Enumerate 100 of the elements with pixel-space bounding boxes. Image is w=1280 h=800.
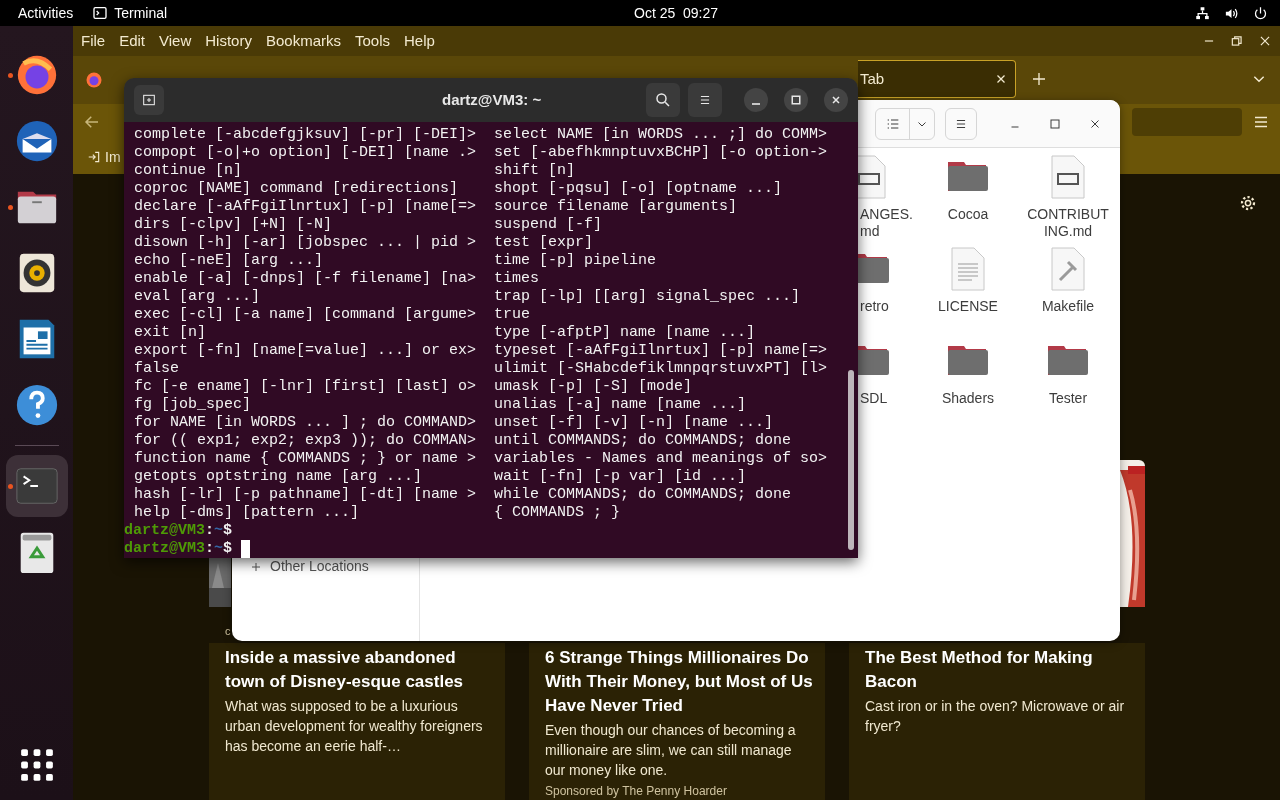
terminal-line: variables - Names and meanings of so> [494, 450, 828, 468]
terminal-line: hash [-lr] [-p pathname] [-dt] [name > [134, 486, 477, 504]
terminal-line: trap [-lp] [[arg] signal_spec ...] [494, 288, 801, 306]
window-title: dartz@VM3: ~ [442, 89, 542, 110]
terminal-line: coproc [NAME] command [redirections] [134, 180, 459, 198]
shell-prompt: dartz@VM3:~$ [124, 522, 233, 540]
shell-prompt: dartz@VM3:~$ [124, 540, 233, 558]
new-tab-icon [141, 92, 157, 108]
menu-item[interactable]: Edit [119, 29, 146, 53]
close-icon[interactable] [995, 73, 1007, 85]
terminal-line: type [-afptP] name [name ...] [494, 324, 756, 342]
terminal-line: suspend [-f] [494, 216, 603, 234]
sponsor-label: Sponsored by The Penny Hoarder [545, 784, 728, 798]
tab-title: Tab [860, 68, 885, 89]
search-button[interactable] [646, 83, 680, 117]
file-name[interactable]: LICENSE [938, 298, 998, 315]
terminal-line: complete [-abcdefgjksuv] [-pr] [-DEI]> [134, 126, 477, 144]
back-icon[interactable] [83, 113, 101, 131]
new-tab-button[interactable] [134, 85, 164, 115]
terminal-line: help [-dms] [pattern ...] [134, 504, 360, 522]
menu-item[interactable]: Tools [355, 29, 390, 53]
bookmark-item[interactable]: Im [87, 146, 121, 168]
new-tab-icon[interactable] [1031, 71, 1047, 87]
article-card[interactable]: The Best Method for Making Bacon Cast iron or in the oven? Microwave or air fryer? [849, 643, 1145, 800]
terminal-line: eval [arg ...] [134, 288, 261, 306]
file-name[interactable]: retro [860, 298, 889, 315]
terminal-line: select NAME [in WORDS ... ;] do COMM> [494, 126, 828, 144]
power-icon[interactable] [1253, 5, 1268, 21]
article-summary: What was supposed to be a luxurious urban development for wealthy foreigners has become an eerie half-… [225, 697, 484, 756]
article-title[interactable]: Inside a massive abandoned town of Disney-esque castles [225, 646, 495, 694]
terminal-line: shift [n] [494, 162, 575, 180]
terminal-line: continue [n] [134, 162, 243, 180]
close-button[interactable] [824, 88, 848, 112]
terminal-line: echo [-neE] [arg ...] [134, 252, 324, 270]
settings-icon[interactable] [1239, 194, 1257, 212]
network-icon[interactable] [1195, 5, 1210, 21]
terminal-line: shopt [-pqsu] [-o] [optname ...] [494, 180, 783, 198]
search-icon [654, 91, 672, 109]
menu-item[interactable]: Help [404, 29, 435, 53]
app-menu[interactable]: Terminal [92, 2, 168, 24]
terminal-line: for (( exp1; exp2; exp3 )); do COMMAN> [134, 432, 477, 450]
article-title[interactable]: 6 Strange Things Millionaires Do With Their Money, but Most of Us Have Never Tried [545, 646, 815, 718]
terminal-line: times [494, 270, 539, 288]
terminal-line: fg [job_spec] [134, 396, 252, 414]
terminal-line: disown [-h] [-ar] [jobspec ... | pid > [134, 234, 477, 252]
firefox-icon[interactable] [85, 71, 103, 89]
scrollbar[interactable] [848, 370, 854, 550]
terminal-line: exec [-cl] [-a name] [command [argume> [134, 306, 477, 324]
restore-icon[interactable] [1230, 34, 1244, 48]
file-name[interactable]: Makefile [1041, 298, 1095, 315]
file-name[interactable]: SDL [860, 390, 888, 407]
terminal-line: unset [-f] [-v] [-n] [name ...] [494, 414, 774, 432]
maximize-button[interactable] [784, 88, 808, 112]
terminal-line: ulimit [-SHabcdefiklmnpqrstuvxPT] [l> [494, 360, 828, 378]
menu-item[interactable]: View [159, 29, 192, 53]
terminal-line: { COMMANDS ; } [494, 504, 621, 522]
menu-item[interactable]: Bookmarks [265, 29, 341, 53]
menu-item[interactable]: History [205, 29, 252, 53]
menu-icon [698, 93, 712, 107]
terminal-line: export [-fn] [name[=value] ...] or ex> [134, 342, 477, 360]
terminal-line: time [-p] pipeline [494, 252, 657, 270]
article-card[interactable]: Inside a massive abandoned town of Disney-esque castles What was supposed to be a luxurious urban development for wealthy foreigners has become an eerie half-… [209, 643, 505, 800]
terminal-line: compopt [-o|+o option] [-DEI] [name .> [134, 144, 477, 162]
terminal-line: enable [-a] [-dnps] [-f filename] [na> [134, 270, 477, 288]
terminal-line: source filename [arguments] [494, 198, 738, 216]
file-name[interactable]: Tester [1048, 390, 1088, 407]
terminal-line: typeset [-aAfFgiIlnrtux] [-p] name[=> [494, 342, 828, 360]
article-summary: Cast iron or in the oven? Microwave or air fryer? [865, 697, 1126, 736]
menu-button[interactable] [945, 107, 977, 140]
file-name[interactable]: CONTRIBUT ING.md [1027, 206, 1109, 240]
import-icon [87, 150, 101, 164]
maximize-icon[interactable] [1049, 117, 1061, 130]
terminal-line: false [134, 360, 179, 378]
menu-item[interactable]: File [81, 29, 106, 53]
terminal-line: function name { COMMANDS ; } or name > [134, 450, 477, 468]
terminal-line: dirs [-clpv] [+N] [-N] [134, 216, 333, 234]
sidebar-item[interactable]: Other Locations [250, 556, 419, 577]
browser-tab[interactable]: Tab [858, 60, 1016, 98]
close-icon[interactable] [1089, 117, 1101, 130]
terminal-line: unalias [-a] name [name ...] [494, 396, 747, 414]
file-name[interactable]: Shaders [941, 390, 995, 407]
terminal-line: for NAME [in WORDS ... ] ; do COMMAND> [134, 414, 477, 432]
terminal-line: set [-abefhkmnptuvxBCHP] [-o option-> [494, 144, 828, 162]
file-name[interactable]: ANGES. md [860, 206, 913, 240]
terminal-line: fc [-e ename] [-lnr] [first] [last] o> [134, 378, 477, 396]
menu-button[interactable] [688, 83, 722, 117]
url-field[interactable] [1132, 108, 1242, 136]
terminal-line: true [494, 306, 530, 324]
clock[interactable]: Oct 25 09:27 [634, 2, 719, 24]
minimize-button[interactable] [744, 88, 768, 112]
activities-button[interactable]: Activities [18, 2, 74, 24]
close-icon[interactable] [1258, 34, 1272, 48]
article-title[interactable]: The Best Method for Making Bacon [865, 646, 1135, 694]
terminal-line: exit [n] [134, 324, 206, 342]
app-grid-button[interactable] [19, 748, 54, 782]
article-card[interactable] [529, 643, 825, 800]
terminal-line: test [expr] [494, 234, 594, 252]
terminal-line: getopts optstring name [arg ...] [134, 468, 423, 486]
plus-icon [250, 560, 262, 573]
file-name[interactable]: Cocoa [947, 206, 989, 223]
